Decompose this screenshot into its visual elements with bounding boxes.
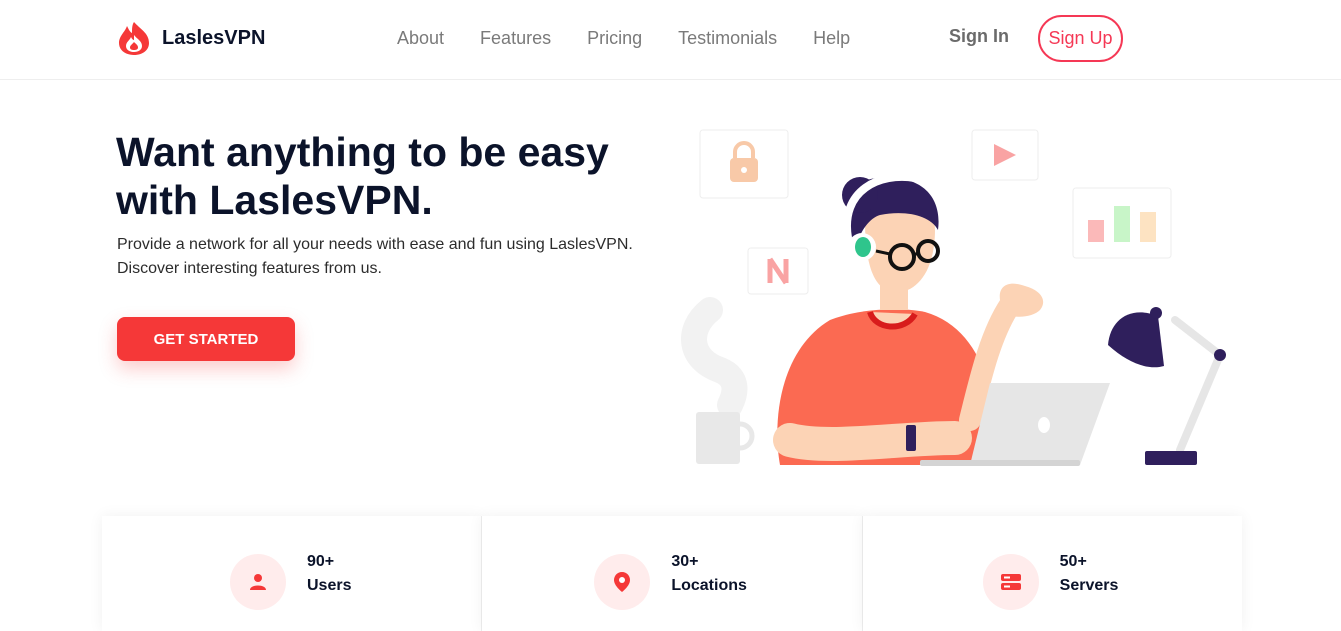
nav-testimonials[interactable]: Testimonials [678,28,777,49]
get-started-button[interactable]: GET STARTED [117,317,295,361]
stat-servers-value: 50+ [1059,553,1087,570]
netflix-card-icon [747,247,809,295]
stat-servers-label: Servers [1059,577,1119,594]
nav-about[interactable]: About [397,28,444,49]
play-card-icon [971,129,1039,181]
hero-desc-line-2: Discover interesting features from us. [117,260,382,277]
chart-card-icon [1072,187,1172,259]
location-pin-icon [594,554,651,610]
stat-users-value: 90+ [307,553,335,570]
nav-features[interactable]: Features [480,28,551,49]
lock-card-icon [699,129,789,199]
nav-help[interactable]: Help [813,28,850,49]
hero-title-line-2: with LaslesVPN. [116,177,433,223]
stats-bar: 90+ Users 30+ Locations 50+ Servers [102,516,1242,631]
hero-illustration [681,129,1226,466]
desk-lamp-icon [1108,307,1226,465]
user-icon [230,554,286,610]
hero-title-line-1: Want anything to be easy [116,129,609,175]
hero-title: Want anything to be easy with LaslesVPN. [116,128,676,224]
header: LaslesVPN About Features Pricing Testimo… [0,0,1341,80]
hero-description: Provide a network for all your needs wit… [117,233,677,281]
nav-pricing[interactable]: Pricing [587,28,642,49]
hero-desc-line-1: Provide a network for all your needs wit… [117,236,633,253]
main-nav: About Features Pricing Testimonials Help [397,28,886,49]
brand-name: LaslesVPN [162,26,266,49]
coffee-cup-icon [696,412,755,464]
stat-users: 90+ Users [102,516,483,631]
stat-servers: 50+ Servers [862,516,1242,631]
sign-up-button[interactable]: Sign Up [1038,15,1123,62]
sign-in-link[interactable]: Sign In [949,26,1009,47]
logo[interactable]: LaslesVPN [116,20,265,56]
flame-logo-icon [119,22,149,55]
server-icon [982,554,1039,610]
stat-locations: 30+ Locations [482,516,863,631]
stat-users-label: Users [307,577,352,594]
stat-locations-label: Locations [671,577,747,594]
stat-locations-value: 30+ [671,553,699,570]
